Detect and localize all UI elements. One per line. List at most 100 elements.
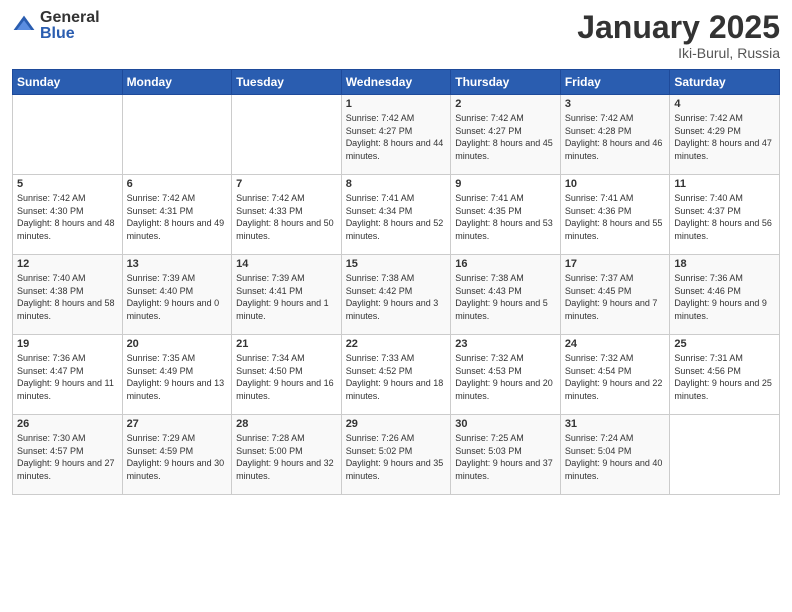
weekday-header-monday: Monday xyxy=(122,70,232,95)
day-number: 11 xyxy=(674,178,775,190)
calendar-cell: 22 Sunrise: 7:33 AM Sunset: 4:52 PM Dayli… xyxy=(341,335,451,415)
weekday-header-wednesday: Wednesday xyxy=(341,70,451,95)
day-info: Sunrise: 7:41 AM Sunset: 4:36 PM Dayligh… xyxy=(565,192,666,242)
day-number: 15 xyxy=(346,258,447,270)
day-number: 7 xyxy=(236,178,337,190)
day-number: 19 xyxy=(17,338,118,350)
calendar-week-2: 5 Sunrise: 7:42 AM Sunset: 4:30 PM Daylig… xyxy=(13,175,780,255)
calendar-cell: 31 Sunrise: 7:24 AM Sunset: 5:04 PM Dayli… xyxy=(560,415,670,495)
calendar-cell: 24Sunrise: 7:32 AM Sunset: 4:54 PM Dayli… xyxy=(560,335,670,415)
day-info: Sunrise: 7:41 AM Sunset: 4:34 PM Dayligh… xyxy=(346,192,447,242)
calendar-week-4: 19 Sunrise: 7:36 AM Sunset: 4:47 PM Dayli… xyxy=(13,335,780,415)
day-number: 13 xyxy=(127,258,228,270)
day-info: Sunrise: 7:42 AM Sunset: 4:30 PM Dayligh… xyxy=(17,192,118,242)
day-info: Sunrise: 7:42 AM Sunset: 4:29 PM Dayligh… xyxy=(674,112,775,162)
day-info: Sunrise: 7:31 AM Sunset: 4:56 PM Dayligh… xyxy=(674,352,775,402)
calendar-cell: 15 Sunrise: 7:38 AM Sunset: 4:42 PM Dayli… xyxy=(341,255,451,335)
day-info: Sunrise: 7:32 AM Sunset: 4:53 PM Dayligh… xyxy=(455,352,556,402)
day-info: Sunrise: 7:36 AM Sunset: 4:47 PM Dayligh… xyxy=(17,352,118,402)
calendar-cell: 12 Sunrise: 7:40 AM Sunset: 4:38 PM Dayli… xyxy=(13,255,123,335)
day-number: 6 xyxy=(127,178,228,190)
day-info: Sunrise: 7:40 AM Sunset: 4:38 PM Dayligh… xyxy=(17,272,118,322)
day-number: 25 xyxy=(674,338,775,350)
calendar-cell: 20Sunrise: 7:35 AM Sunset: 4:49 PM Dayli… xyxy=(122,335,232,415)
logo-text: General Blue xyxy=(40,10,100,42)
day-number: 16 xyxy=(455,258,556,270)
calendar-week-1: 1 Sunrise: 7:42 AM Sunset: 4:27 PM Daylig… xyxy=(13,95,780,175)
day-number: 4 xyxy=(674,98,775,110)
day-info: Sunrise: 7:29 AM Sunset: 4:59 PM Dayligh… xyxy=(127,432,228,482)
calendar-cell: 2Sunrise: 7:42 AM Sunset: 4:27 PM Daylig… xyxy=(451,95,561,175)
day-info: Sunrise: 7:39 AM Sunset: 4:41 PM Dayligh… xyxy=(236,272,337,322)
day-number: 2 xyxy=(455,98,556,110)
day-info: Sunrise: 7:28 AM Sunset: 5:00 PM Dayligh… xyxy=(236,432,337,482)
calendar-cell: 25 Sunrise: 7:31 AM Sunset: 4:56 PM Dayli… xyxy=(670,335,780,415)
calendar-cell: 13Sunrise: 7:39 AM Sunset: 4:40 PM Dayli… xyxy=(122,255,232,335)
logo: General Blue xyxy=(12,10,100,42)
day-number: 28 xyxy=(236,418,337,430)
day-info: Sunrise: 7:32 AM Sunset: 4:54 PM Dayligh… xyxy=(565,352,666,402)
calendar-cell: 9Sunrise: 7:41 AM Sunset: 4:35 PM Daylig… xyxy=(451,175,561,255)
calendar-cell: 11 Sunrise: 7:40 AM Sunset: 4:37 PM Dayli… xyxy=(670,175,780,255)
day-info: Sunrise: 7:37 AM Sunset: 4:45 PM Dayligh… xyxy=(565,272,666,322)
calendar-cell: 19 Sunrise: 7:36 AM Sunset: 4:47 PM Dayli… xyxy=(13,335,123,415)
calendar-cell xyxy=(232,95,342,175)
calendar-cell: 27 Sunrise: 7:29 AM Sunset: 4:59 PM Dayli… xyxy=(122,415,232,495)
day-info: Sunrise: 7:33 AM Sunset: 4:52 PM Dayligh… xyxy=(346,352,447,402)
day-number: 21 xyxy=(236,338,337,350)
calendar-cell: 29 Sunrise: 7:26 AM Sunset: 5:02 PM Dayli… xyxy=(341,415,451,495)
weekday-header-tuesday: Tuesday xyxy=(232,70,342,95)
day-info: Sunrise: 7:35 AM Sunset: 4:49 PM Dayligh… xyxy=(127,352,228,402)
day-number: 17 xyxy=(565,258,666,270)
weekday-header-row: SundayMondayTuesdayWednesdayThursdayFrid… xyxy=(13,70,780,95)
calendar-week-3: 12 Sunrise: 7:40 AM Sunset: 4:38 PM Dayli… xyxy=(13,255,780,335)
day-number: 27 xyxy=(127,418,228,430)
calendar-cell: 26Sunrise: 7:30 AM Sunset: 4:57 PM Dayli… xyxy=(13,415,123,495)
day-info: Sunrise: 7:42 AM Sunset: 4:27 PM Dayligh… xyxy=(346,112,447,162)
day-info: Sunrise: 7:36 AM Sunset: 4:46 PM Dayligh… xyxy=(674,272,775,322)
calendar-cell: 1 Sunrise: 7:42 AM Sunset: 4:27 PM Daylig… xyxy=(341,95,451,175)
calendar-cell xyxy=(13,95,123,175)
location: Iki-Burul, Russia xyxy=(577,45,780,61)
day-number: 30 xyxy=(455,418,556,430)
calendar-cell: 7Sunrise: 7:42 AM Sunset: 4:33 PM Daylig… xyxy=(232,175,342,255)
calendar-cell: 10 Sunrise: 7:41 AM Sunset: 4:36 PM Dayli… xyxy=(560,175,670,255)
logo-blue: Blue xyxy=(40,26,100,42)
title-block: January 2025 Iki-Burul, Russia xyxy=(577,10,780,61)
day-number: 1 xyxy=(346,98,447,110)
day-info: Sunrise: 7:42 AM Sunset: 4:28 PM Dayligh… xyxy=(565,112,666,162)
calendar-cell: 5 Sunrise: 7:42 AM Sunset: 4:30 PM Daylig… xyxy=(13,175,123,255)
logo-general: General xyxy=(40,10,100,26)
calendar-cell: 17 Sunrise: 7:37 AM Sunset: 4:45 PM Dayli… xyxy=(560,255,670,335)
header: General Blue January 2025 Iki-Burul, Rus… xyxy=(12,10,780,61)
day-number: 12 xyxy=(17,258,118,270)
day-number: 18 xyxy=(674,258,775,270)
calendar-cell: 6 Sunrise: 7:42 AM Sunset: 4:31 PM Daylig… xyxy=(122,175,232,255)
day-info: Sunrise: 7:26 AM Sunset: 5:02 PM Dayligh… xyxy=(346,432,447,482)
weekday-header-saturday: Saturday xyxy=(670,70,780,95)
page-container: General Blue January 2025 Iki-Burul, Rus… xyxy=(0,0,792,503)
day-info: Sunrise: 7:42 AM Sunset: 4:31 PM Dayligh… xyxy=(127,192,228,242)
day-number: 3 xyxy=(565,98,666,110)
day-number: 26 xyxy=(17,418,118,430)
day-info: Sunrise: 7:38 AM Sunset: 4:43 PM Dayligh… xyxy=(455,272,556,322)
day-info: Sunrise: 7:25 AM Sunset: 5:03 PM Dayligh… xyxy=(455,432,556,482)
weekday-header-thursday: Thursday xyxy=(451,70,561,95)
day-info: Sunrise: 7:40 AM Sunset: 4:37 PM Dayligh… xyxy=(674,192,775,242)
day-number: 22 xyxy=(346,338,447,350)
day-info: Sunrise: 7:38 AM Sunset: 4:42 PM Dayligh… xyxy=(346,272,447,322)
calendar-cell xyxy=(670,415,780,495)
day-info: Sunrise: 7:24 AM Sunset: 5:04 PM Dayligh… xyxy=(565,432,666,482)
day-number: 5 xyxy=(17,178,118,190)
day-info: Sunrise: 7:34 AM Sunset: 4:50 PM Dayligh… xyxy=(236,352,337,402)
calendar-cell: 16 Sunrise: 7:38 AM Sunset: 4:43 PM Dayli… xyxy=(451,255,561,335)
day-number: 31 xyxy=(565,418,666,430)
calendar-cell: 14Sunrise: 7:39 AM Sunset: 4:41 PM Dayli… xyxy=(232,255,342,335)
calendar-cell: 18 Sunrise: 7:36 AM Sunset: 4:46 PM Dayli… xyxy=(670,255,780,335)
day-number: 10 xyxy=(565,178,666,190)
calendar-cell: 28 Sunrise: 7:28 AM Sunset: 5:00 PM Dayli… xyxy=(232,415,342,495)
day-number: 29 xyxy=(346,418,447,430)
calendar-table: SundayMondayTuesdayWednesdayThursdayFrid… xyxy=(12,69,780,495)
day-number: 9 xyxy=(455,178,556,190)
calendar-cell: 30 Sunrise: 7:25 AM Sunset: 5:03 PM Dayli… xyxy=(451,415,561,495)
